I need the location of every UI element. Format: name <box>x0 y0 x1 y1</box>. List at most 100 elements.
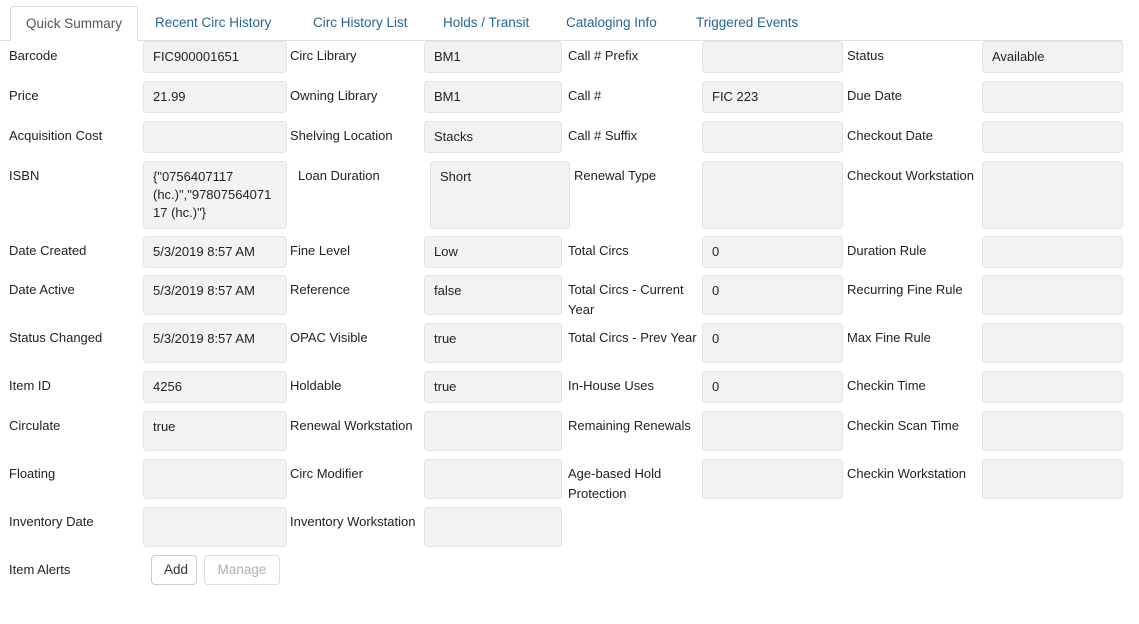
field-circ-library[interactable]: BM1 <box>424 41 562 73</box>
field-checkin-workstation[interactable] <box>982 459 1123 499</box>
field-reference[interactable]: false <box>424 275 562 315</box>
tab-triggered-events[interactable]: Triggered Events <box>681 6 813 41</box>
field-checkin-time[interactable] <box>982 371 1123 403</box>
field-renewal-workstation[interactable] <box>424 411 562 451</box>
field-call-prefix[interactable] <box>702 41 843 73</box>
form-row: Acquisition Cost Shelving Location Stacks C… <box>0 121 1139 161</box>
label-status-changed: Status Changed <box>9 328 137 348</box>
item-alerts-row: Item Alerts AddManage <box>0 555 1139 601</box>
label-duration-rule: Duration Rule <box>847 241 977 261</box>
label-renewal-type: Renewal Type <box>574 166 704 186</box>
label-status: Status <box>847 46 977 66</box>
field-call[interactable]: FIC 223 <box>702 81 843 113</box>
tab-holds-transit[interactable]: Holds / Transit <box>428 6 544 41</box>
form-row: Circulate trueRenewal Workstation Remainin… <box>0 411 1139 459</box>
label-checkout-workstation: Checkout Workstation <box>847 166 977 186</box>
label-checkin-scan-time: Checkin Scan Time <box>847 416 977 436</box>
field-total-circs[interactable]: 0 <box>702 236 843 268</box>
label-call-suffix: Call # Suffix <box>568 126 698 146</box>
field-owning-library[interactable]: BM1 <box>424 81 562 113</box>
label-circ-modifier: Circ Modifier <box>290 464 418 484</box>
field-date-active[interactable]: 5/3/2019 8:57 AM <box>143 275 287 315</box>
field-barcode[interactable]: FIC900001651 <box>143 41 287 73</box>
field-circulate[interactable]: true <box>143 411 287 451</box>
label-reference: Reference <box>290 280 418 300</box>
label-total-circs: Total Circs <box>568 241 698 261</box>
label-acquisition-cost: Acquisition Cost <box>9 126 137 146</box>
label-inventory-workstation: Inventory Workstation <box>290 512 418 532</box>
tab-quick-summary[interactable]: Quick Summary <box>10 6 138 41</box>
field-status[interactable]: Available <box>982 41 1123 73</box>
label-holdable: Holdable <box>290 376 418 396</box>
field-total-circs-prev-year[interactable]: 0 <box>702 323 843 363</box>
label-renewal-workstation: Renewal Workstation <box>290 416 418 436</box>
field-floating[interactable] <box>143 459 287 499</box>
field-acquisition-cost[interactable] <box>143 121 287 153</box>
field-recurring-fine-rule[interactable] <box>982 275 1123 315</box>
label-due-date: Due Date <box>847 86 977 106</box>
label-checkin-time: Checkin Time <box>847 376 977 396</box>
field-duration-rule[interactable] <box>982 236 1123 268</box>
field-loan-duration[interactable]: Short <box>430 161 570 229</box>
label-total-circs-current-year: Total Circs - Current Year <box>568 280 698 320</box>
label-item-id: Item ID <box>9 376 137 396</box>
field-date-created[interactable]: 5/3/2019 8:57 AM <box>143 236 287 268</box>
label-isbn: ISBN <box>9 166 137 186</box>
label-age-based-hold-protection: Age-based Hold Protection <box>568 464 698 504</box>
field-status-changed[interactable]: 5/3/2019 8:57 AM <box>143 323 287 363</box>
label-in-house-uses: In-House Uses <box>568 376 698 396</box>
label-owning-library: Owning Library <box>290 86 418 106</box>
label-remaining-renewals: Remaining Renewals <box>568 416 698 436</box>
form-row: Date Created 5/3/2019 8:57 AMFine Level Lo… <box>0 236 1139 275</box>
form-row: Item ID 4256Holdable true In-House Uses0Che… <box>0 371 1139 411</box>
label-shelving-location: Shelving Location <box>290 126 418 146</box>
field-inventory-workstation[interactable] <box>424 507 562 547</box>
tab-recent-circ-history[interactable]: Recent Circ History <box>140 6 286 41</box>
form-row: Floating Circ Modifier Age-based Hold Prot… <box>0 459 1139 507</box>
field-inventory-date[interactable] <box>143 507 287 547</box>
field-in-house-uses[interactable]: 0 <box>702 371 843 403</box>
label-date-created: Date Created <box>9 241 137 261</box>
add-item-alert-button[interactable]: Add <box>151 555 197 585</box>
label-item-alerts: Item Alerts <box>9 560 137 580</box>
form-row: Inventory Date Inventory Workstation <box>0 507 1139 555</box>
field-total-circs-current-year[interactable]: 0 <box>702 275 843 315</box>
field-renewal-type[interactable] <box>702 161 843 229</box>
tab-circ-history-list[interactable]: Circ History List <box>298 6 423 41</box>
field-checkin-scan-time[interactable] <box>982 411 1123 451</box>
field-isbn[interactable]: {"0756407117 (hc.)","9780756407117 (hc.)… <box>143 161 287 229</box>
label-floating: Floating <box>9 464 137 484</box>
form-row: Status Changed 5/3/2019 8:57 AMOPAC Visib… <box>0 323 1139 371</box>
field-price[interactable]: 21.99 <box>143 81 287 113</box>
label-date-active: Date Active <box>9 280 137 300</box>
form-row: BarcodeFIC900001651Circ LibraryBM1Call #… <box>0 41 1139 81</box>
label-price: Price <box>9 86 137 106</box>
field-checkout-date[interactable] <box>982 121 1123 153</box>
tab-cataloging-info[interactable]: Cataloging Info <box>551 6 672 41</box>
field-checkout-workstation[interactable] <box>982 161 1123 229</box>
field-remaining-renewals[interactable] <box>702 411 843 451</box>
label-call-prefix: Call # Prefix <box>568 46 698 66</box>
field-fine-level[interactable]: Low <box>424 236 562 268</box>
field-due-date[interactable] <box>982 81 1123 113</box>
label-circ-library: Circ Library <box>290 46 418 66</box>
field-circ-modifier[interactable] <box>424 459 562 499</box>
label-fine-level: Fine Level <box>290 241 418 261</box>
form-row: ISBN {"0756407117 (hc.)","9780756407117 (… <box>0 161 1139 236</box>
tab-bar: Quick SummaryRecent Circ History Circ His… <box>0 6 1123 41</box>
field-holdable[interactable]: true <box>424 371 562 403</box>
field-age-based-hold-protection[interactable] <box>702 459 843 499</box>
label-max-fine-rule: Max Fine Rule <box>847 328 977 348</box>
label-circulate: Circulate <box>9 416 137 436</box>
field-shelving-location[interactable]: Stacks <box>424 121 562 153</box>
manage-item-alerts-button[interactable]: Manage <box>204 555 280 585</box>
form-row: Price21.99Owning LibraryBM1Call #FIC 223… <box>0 81 1139 121</box>
field-opac-visible[interactable]: true <box>424 323 562 363</box>
label-opac-visible: OPAC Visible <box>290 328 418 348</box>
field-call-suffix[interactable] <box>702 121 843 153</box>
label-loan-duration: Loan Duration <box>298 166 426 186</box>
label-inventory-date: Inventory Date <box>9 512 137 532</box>
field-max-fine-rule[interactable] <box>982 323 1123 363</box>
field-item-id[interactable]: 4256 <box>143 371 287 403</box>
label-checkout-date: Checkout Date <box>847 126 977 146</box>
